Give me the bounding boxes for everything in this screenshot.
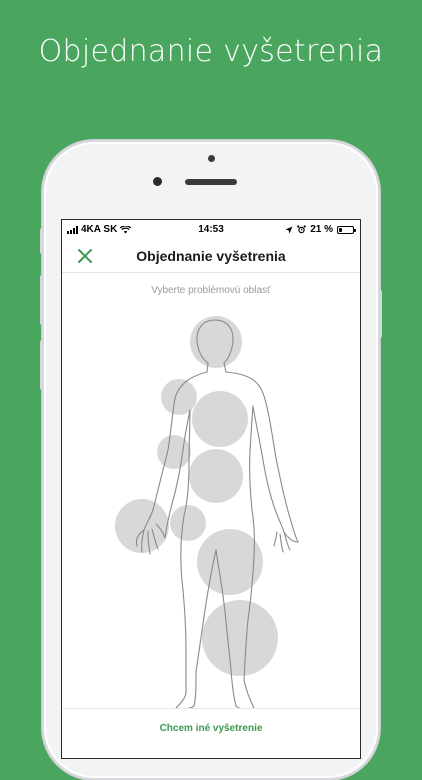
zone-right-elbow[interactable]	[157, 435, 191, 469]
promo-headline: Objednanie vyšetrenia	[38, 34, 384, 69]
phone-speaker	[185, 179, 237, 185]
phone-side-button	[40, 228, 44, 254]
footer: Chcem iné vyšetrenie	[62, 708, 360, 758]
phone-volume-up	[40, 275, 44, 325]
body-map	[115, 316, 299, 710]
zone-right-shoulder[interactable]	[161, 379, 197, 415]
other-exam-button[interactable]: Chcem iné vyšetrenie	[62, 723, 360, 734]
phone-sensor	[208, 155, 215, 162]
app-screen: 4KA SK 14:53 21 % Objednanie vyšetrenia …	[61, 219, 361, 759]
zone-thigh[interactable]	[197, 529, 263, 595]
zone-abdomen[interactable]	[189, 449, 243, 503]
phone-power-button	[378, 290, 382, 338]
zone-groin[interactable]	[170, 505, 206, 541]
zone-chest[interactable]	[192, 391, 248, 447]
phone-volume-down	[40, 340, 44, 390]
zone-knee[interactable]	[202, 600, 278, 676]
zone-head[interactable]	[190, 316, 242, 368]
phone-camera	[153, 177, 162, 186]
